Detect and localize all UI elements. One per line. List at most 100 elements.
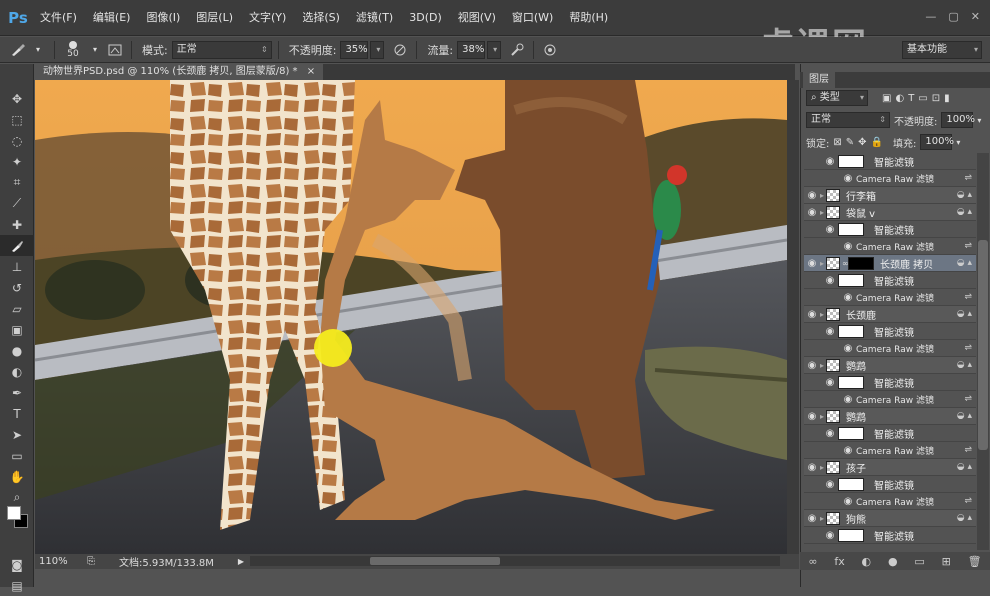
menu-image[interactable]: 图像(I) — [138, 0, 188, 36]
type-tool-icon[interactable]: T — [0, 403, 34, 424]
smart-filter-row[interactable]: ◉ 智能滤镜 — [804, 323, 976, 340]
filter-row[interactable]: ◉ Camera Raw 滤镜 ⇌ — [804, 238, 976, 255]
flow-dropdown[interactable]: ▾ — [487, 40, 502, 59]
smart-filter-row[interactable]: ◉ 智能滤镜 — [804, 374, 976, 391]
filter-options-icon[interactable]: ⇌ — [964, 445, 972, 455]
zoom-level[interactable]: 110% — [39, 556, 79, 567]
filter-options-icon[interactable]: ⇌ — [964, 394, 972, 404]
layer-opacity-input[interactable]: 100% — [941, 112, 975, 128]
smart-filter-row[interactable]: ◉ 智能滤镜 — [804, 425, 976, 442]
zoom-tool-icon[interactable]: ⌕ — [0, 487, 34, 508]
foreground-color-swatch[interactable] — [7, 506, 21, 520]
chevron-down-icon[interactable]: ▾ — [956, 138, 960, 147]
visibility-eye-icon[interactable]: ◉ — [822, 428, 838, 439]
minimize-button[interactable]: — — [925, 10, 936, 23]
smart-filter-row[interactable]: ◉ 智能滤镜 — [804, 476, 976, 493]
layers-tab[interactable]: 图层 — [803, 72, 835, 88]
eyedropper-tool-icon[interactable]: ⟋ — [0, 193, 34, 214]
adjustment-layer-icon[interactable]: ● — [888, 555, 898, 568]
flow-input[interactable]: 38% — [457, 40, 486, 59]
visibility-eye-icon[interactable]: ◉ — [822, 377, 838, 388]
brush-preset-picker[interactable]: 50 — [61, 40, 85, 60]
menu-layer[interactable]: 图层(L) — [188, 0, 241, 36]
menu-help[interactable]: 帮助(H) — [561, 0, 616, 36]
layer-row[interactable]: ◉ ▸ ∞ 长颈鹿 拷贝 ◒ ▴ — [804, 255, 976, 272]
shape-tool-icon[interactable]: ▭ — [0, 445, 34, 466]
visibility-eye-icon[interactable]: ◉ — [840, 292, 856, 303]
menu-window[interactable]: 窗口(W) — [504, 0, 561, 36]
chevron-right-icon[interactable]: ▶ — [238, 557, 244, 566]
layer-row[interactable]: ◉ ▸ 袋鼠 v ◒ ▴ — [804, 204, 976, 221]
filter-row[interactable]: ◉ Camera Raw 滤镜 ⇌ — [804, 340, 976, 357]
stamp-tool-icon[interactable]: ⊥ — [0, 256, 34, 277]
vertical-scrollbar[interactable] — [787, 80, 799, 554]
menu-select[interactable]: 选择(S) — [294, 0, 348, 36]
maximize-button[interactable]: ▢ — [948, 10, 958, 23]
blend-mode-select[interactable]: 正常 ⇕ — [806, 112, 890, 128]
visibility-eye-icon[interactable]: ◉ — [840, 173, 856, 184]
opacity-dropdown[interactable]: ▾ — [370, 40, 385, 59]
filter-options-icon[interactable]: ⇌ — [964, 292, 972, 302]
layer-row[interactable]: ◉ ▸ 行李箱 ◒ ▴ — [804, 187, 976, 204]
visibility-eye-icon[interactable]: ◉ — [822, 326, 838, 337]
pressure-opacity-icon[interactable] — [390, 40, 410, 60]
blur-tool-icon[interactable]: ● — [0, 340, 34, 361]
filter-toggle-icon[interactable]: ▮ — [944, 93, 950, 104]
mode-select[interactable]: 正常 ⇕ — [171, 40, 272, 59]
visibility-eye-icon[interactable]: ◉ — [822, 275, 838, 286]
hand-tool-icon[interactable]: ✋ — [0, 466, 34, 487]
delete-layer-icon[interactable]: 🗑 — [968, 555, 982, 568]
filter-options-icon[interactable]: ⇌ — [964, 241, 972, 251]
brush-tool-icon[interactable] — [8, 40, 28, 60]
document-tab[interactable]: 动物世界PSD.psd @ 110% (长颈鹿 拷贝, 图层蒙版/8) * × — [35, 64, 324, 80]
link-layers-icon[interactable]: ∞ — [808, 555, 817, 568]
menu-file[interactable]: 文件(F) — [32, 0, 85, 36]
visibility-eye-icon[interactable]: ◉ — [822, 530, 838, 541]
visibility-eye-icon[interactable]: ◉ — [804, 207, 820, 218]
menu-3d[interactable]: 3D(D) — [401, 0, 450, 36]
menu-filter[interactable]: 滤镜(T) — [348, 0, 401, 36]
lock-all-icon[interactable]: 🔒 — [871, 137, 883, 148]
visibility-eye-icon[interactable]: ◉ — [840, 445, 856, 456]
filter-row[interactable]: ◉ Camera Raw 滤镜 ⇌ — [804, 391, 976, 408]
eraser-tool-icon[interactable]: ▱ — [0, 298, 34, 319]
fill-input[interactable]: 100% — [920, 134, 954, 150]
visibility-eye-icon[interactable]: ◉ — [822, 156, 838, 167]
filter-options-icon[interactable]: ⇌ — [964, 173, 972, 183]
visibility-eye-icon[interactable]: ◉ — [804, 462, 820, 473]
layer-list[interactable]: ◉ 智能滤镜 ◉ Camera Raw 滤镜 ⇌ ◉ ▸ 行李箱 ◒ ▴ ◉ ▸ 袋鼠 v ◒ ▴ ◉ 智能… — [804, 153, 976, 550]
filter-pixel-icon[interactable]: ▣ — [882, 93, 891, 104]
visibility-eye-icon[interactable]: ◉ — [804, 309, 820, 320]
filter-row[interactable]: ◉ Camera Raw 滤镜 ⇌ — [804, 289, 976, 306]
add-mask-icon[interactable]: ◐ — [862, 555, 872, 568]
layers-scrollbar-thumb[interactable] — [978, 240, 988, 450]
quick-mask-icon[interactable]: ◙ — [0, 554, 34, 575]
visibility-eye-icon[interactable]: ◉ — [804, 360, 820, 371]
smart-filter-row[interactable]: ◉ 智能滤镜 — [804, 221, 976, 238]
document-canvas[interactable] — [35, 80, 787, 554]
smart-filter-row[interactable]: ◉ 智能滤镜 — [804, 272, 976, 289]
menu-edit[interactable]: 编辑(E) — [85, 0, 139, 36]
chevron-down-icon[interactable]: ▾ — [977, 116, 981, 125]
quick-select-tool-icon[interactable]: ✦ — [0, 151, 34, 172]
close-tab-icon[interactable]: × — [307, 66, 315, 77]
marquee-tool-icon[interactable]: ⬚ — [0, 109, 34, 130]
layer-row[interactable]: ◉ ▸ 长颈鹿 ◒ ▴ — [804, 306, 976, 323]
screen-mode-icon[interactable]: ▤ — [0, 575, 34, 596]
dodge-tool-icon[interactable]: ◐ — [0, 361, 34, 382]
pen-tool-icon[interactable]: ✒ — [0, 382, 34, 403]
filter-row[interactable]: ◉ Camera Raw 滤镜 ⇌ — [804, 493, 976, 510]
visibility-eye-icon[interactable]: ◉ — [840, 394, 856, 405]
history-brush-tool-icon[interactable]: ↺ — [0, 277, 34, 298]
chevron-down-icon[interactable]: ▾ — [28, 40, 48, 60]
gradient-tool-icon[interactable]: ▣ — [0, 319, 34, 340]
menu-type[interactable]: 文字(Y) — [241, 0, 294, 36]
horizontal-scrollbar-thumb[interactable] — [370, 557, 500, 565]
visibility-eye-icon[interactable]: ◉ — [804, 513, 820, 524]
filter-adjust-icon[interactable]: ◐ — [895, 93, 904, 104]
visibility-eye-icon[interactable]: ◉ — [804, 411, 820, 422]
lock-transparent-icon[interactable]: ⊠ — [833, 137, 841, 148]
workspace-select[interactable]: 基本功能 ▾ — [902, 41, 982, 59]
visibility-eye-icon[interactable]: ◉ — [804, 190, 820, 201]
airbrush-icon[interactable] — [507, 40, 527, 60]
